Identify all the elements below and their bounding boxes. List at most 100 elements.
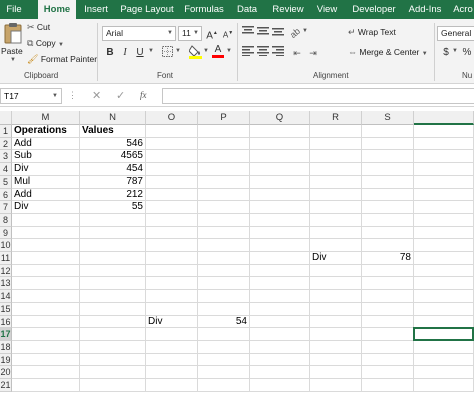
cell-q6[interactable] xyxy=(250,189,310,201)
cell-q3[interactable] xyxy=(250,150,310,163)
row-header-16[interactable]: 16 xyxy=(0,316,12,328)
cell-o12[interactable] xyxy=(146,265,198,277)
cell-r18[interactable] xyxy=(310,341,362,354)
cell-r5[interactable] xyxy=(310,176,362,189)
cell-n19[interactable] xyxy=(80,354,146,366)
cell-r14[interactable] xyxy=(310,290,362,303)
cell-o19[interactable] xyxy=(146,354,198,366)
cell-q19[interactable] xyxy=(250,354,310,366)
cell-m2[interactable]: Add xyxy=(12,138,80,150)
cell-r10[interactable] xyxy=(310,239,362,252)
cell-m20[interactable] xyxy=(12,366,80,379)
insert-function-icon[interactable]: fx xyxy=(140,90,147,100)
cell-r7[interactable] xyxy=(310,201,362,214)
format-painter-button[interactable]: 🖌 Format Painter xyxy=(27,54,97,65)
percent-button[interactable]: % xyxy=(460,46,474,60)
cell-n14[interactable] xyxy=(80,290,146,303)
cell-s13[interactable] xyxy=(362,277,414,290)
cell-q14[interactable] xyxy=(250,290,310,303)
cell-o20[interactable] xyxy=(146,366,198,379)
cell-r20[interactable] xyxy=(310,366,362,379)
cell-r17[interactable] xyxy=(310,328,362,341)
cell-s11[interactable]: 78 xyxy=(362,252,414,265)
cell-m5[interactable]: Mul xyxy=(12,176,80,189)
tab-add-ins[interactable]: Add-Ins xyxy=(406,0,444,19)
italic-button[interactable]: I xyxy=(118,46,132,60)
cell-r12[interactable] xyxy=(310,265,362,277)
align-center-button[interactable] xyxy=(256,46,270,60)
tab-home[interactable]: Home xyxy=(38,0,76,19)
tab-acrobat[interactable]: Acro xyxy=(452,0,474,19)
cell-n18[interactable] xyxy=(80,341,146,354)
cell-s14[interactable] xyxy=(362,290,414,303)
row-header-4[interactable]: 4 xyxy=(0,163,12,176)
cell-m9[interactable] xyxy=(12,227,80,239)
name-box[interactable]: T17 ▼ xyxy=(0,88,62,104)
cell-o13[interactable] xyxy=(146,277,198,290)
cell-t20[interactable] xyxy=(414,366,474,379)
cell-p17[interactable] xyxy=(198,328,250,341)
cell-r9[interactable] xyxy=(310,227,362,239)
cut-button[interactable]: ✂ Cut xyxy=(27,22,50,33)
cell-m14[interactable] xyxy=(12,290,80,303)
font-name-combo[interactable]: Arial ▼ xyxy=(102,26,176,41)
cell-n17[interactable] xyxy=(80,328,146,341)
cell-p12[interactable] xyxy=(198,265,250,277)
cell-m19[interactable] xyxy=(12,354,80,366)
font-color-button[interactable]: A xyxy=(211,44,225,58)
cell-t8[interactable] xyxy=(414,214,474,227)
cell-n13[interactable] xyxy=(80,277,146,290)
cell-r13[interactable] xyxy=(310,277,362,290)
cell-p19[interactable] xyxy=(198,354,250,366)
cell-m18[interactable] xyxy=(12,341,80,354)
grow-font-button[interactable]: A▲ xyxy=(205,26,219,41)
formula-input[interactable] xyxy=(162,88,474,104)
merge-center-button[interactable]: ⇔ Merge & Center ▼ xyxy=(348,47,428,57)
row-header-9[interactable]: 9 xyxy=(0,227,12,239)
cell-p8[interactable] xyxy=(198,214,250,227)
cell-p18[interactable] xyxy=(198,341,250,354)
column-header-o[interactable]: O xyxy=(146,111,198,125)
cell-r1[interactable] xyxy=(310,125,362,138)
cell-m1[interactable]: Operations xyxy=(12,125,80,138)
cell-r21[interactable] xyxy=(310,379,362,392)
decrease-indent-button[interactable]: ⇤ xyxy=(290,46,304,60)
row-header-18[interactable]: 18 xyxy=(0,341,12,354)
cell-q2[interactable] xyxy=(250,138,310,150)
cell-n10[interactable] xyxy=(80,239,146,252)
cell-o1[interactable] xyxy=(146,125,198,138)
confirm-icon[interactable]: ✓ xyxy=(116,89,125,102)
cell-q4[interactable] xyxy=(250,163,310,176)
cell-t1[interactable] xyxy=(414,125,474,138)
cell-t2[interactable] xyxy=(414,138,474,150)
row-header-17[interactable]: 17 xyxy=(0,328,12,341)
cell-t9[interactable] xyxy=(414,227,474,239)
cell-s1[interactable] xyxy=(362,125,414,138)
cell-t15[interactable] xyxy=(414,303,474,316)
row-header-7[interactable]: 7 xyxy=(0,201,12,214)
cell-o9[interactable] xyxy=(146,227,198,239)
cell-n7[interactable]: 55 xyxy=(80,201,146,214)
cell-t18[interactable] xyxy=(414,341,474,354)
shrink-font-button[interactable]: A▼ xyxy=(221,26,235,40)
cell-p10[interactable] xyxy=(198,239,250,252)
select-all-corner[interactable] xyxy=(0,111,12,125)
cell-p14[interactable] xyxy=(198,290,250,303)
row-header-3[interactable]: 3 xyxy=(0,150,12,163)
cell-s18[interactable] xyxy=(362,341,414,354)
cell-t14[interactable] xyxy=(414,290,474,303)
cell-p16[interactable]: 54 xyxy=(198,316,250,328)
row-header-19[interactable]: 19 xyxy=(0,354,12,366)
cell-n11[interactable] xyxy=(80,252,146,265)
wrap-text-button[interactable]: ↵ Wrap Text xyxy=(348,27,396,38)
cancel-icon[interactable]: ✕ xyxy=(92,89,101,102)
cell-m8[interactable] xyxy=(12,214,80,227)
cell-n12[interactable] xyxy=(80,265,146,277)
align-left-button[interactable] xyxy=(241,46,255,60)
underline-button[interactable]: U xyxy=(133,46,147,60)
row-header-10[interactable]: 10 xyxy=(0,239,12,252)
cell-s17[interactable] xyxy=(362,328,414,341)
cell-s6[interactable] xyxy=(362,189,414,201)
cell-r15[interactable] xyxy=(310,303,362,316)
cell-n20[interactable] xyxy=(80,366,146,379)
